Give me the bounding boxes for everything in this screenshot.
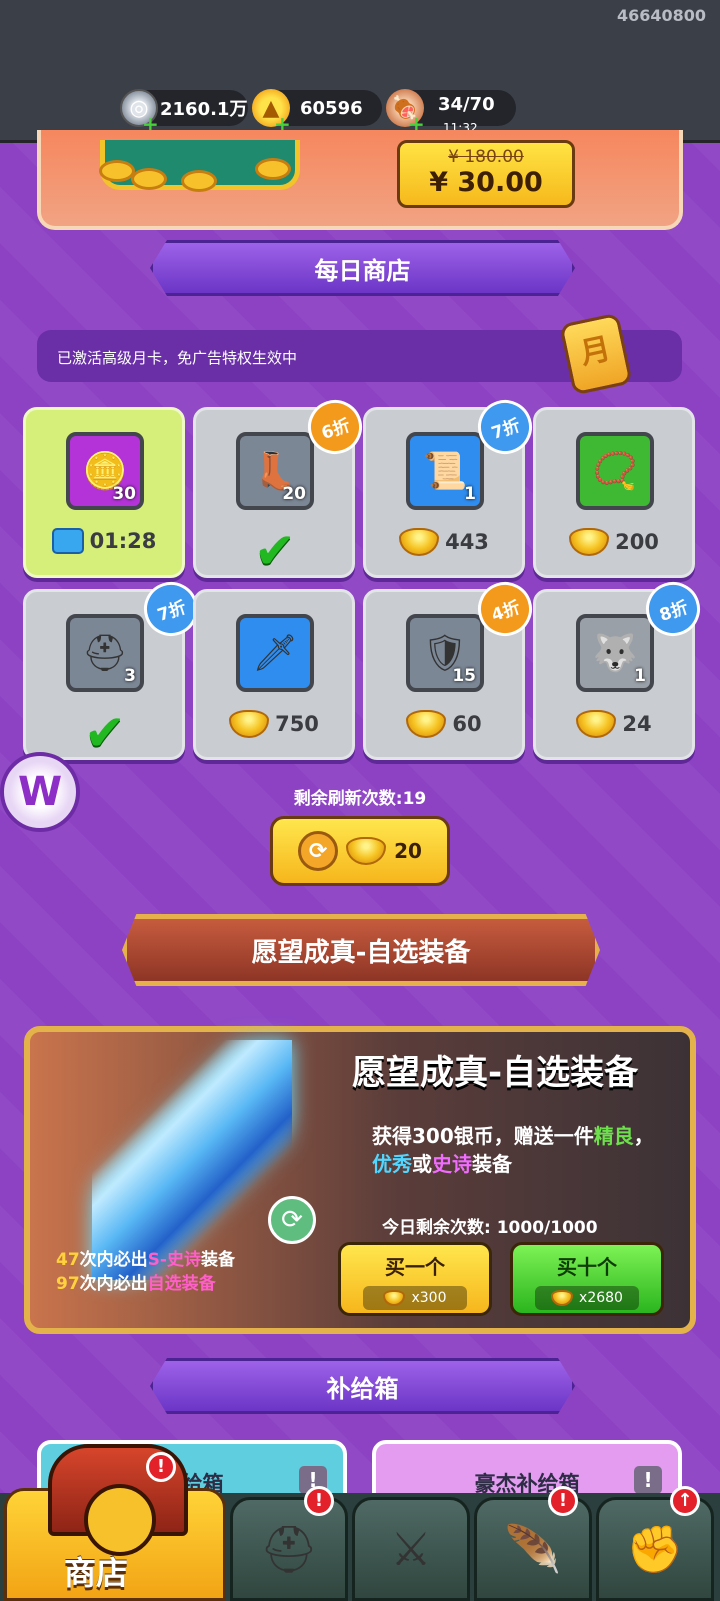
item-price: 750 <box>196 710 352 738</box>
refresh-count-label: 剩余刷新次数:19 <box>293 789 427 809</box>
silver-resource[interactable]: ◎ 2160.1万 + <box>120 89 248 136</box>
wish-section-title: 愿望成真-自选装备 <box>122 914 600 986</box>
knight-helmet-icon: ⛑ <box>259 1521 319 1576</box>
wish-card-title: 愿望成真-自选装备 <box>352 1053 639 1093</box>
stamina-amount: 34/70 <box>438 93 495 115</box>
hero-alert-badge: ! <box>304 1486 334 1516</box>
wish-remaining: 今日剩余次数: 1000/1000 <box>382 1218 598 1238</box>
coin-chest-icon <box>99 140 300 192</box>
wolf-emblem-icon: 🐺 1 <box>576 614 654 692</box>
supply-section-title: 补给箱 <box>150 1358 575 1414</box>
dagger-icon: 🗡 <box>236 614 314 692</box>
item-quantity: 3 <box>124 666 136 686</box>
refresh-shop-button[interactable]: ⟳ 20 <box>270 816 450 886</box>
armor-gem-icon: 🛡 15 <box>406 614 484 692</box>
wish-description: 获得300银币，赠送一件精良，优秀或史诗装备 <box>372 1124 654 1176</box>
buy-one-cost: x300 <box>363 1286 467 1310</box>
pity-line-select: 97次内必出自选装备 <box>56 1274 216 1294</box>
promo-buy-button[interactable]: ¥ 180.00 ¥ 30.00 <box>397 140 575 208</box>
gold-ingot-icon <box>576 710 617 738</box>
silver-amount: 2160.1万 <box>160 99 248 120</box>
gold-ingot-icon <box>229 710 270 738</box>
promo-old-price: ¥ 180.00 <box>448 147 524 167</box>
promo-price: ¥ 30.00 <box>429 167 543 198</box>
purchased-check-icon: ✔ <box>254 522 296 580</box>
item-quantity: 20 <box>282 484 306 504</box>
nav-battle-tab[interactable]: ⚔ <box>352 1497 470 1601</box>
scroll-icon: 📜 1 <box>406 432 484 510</box>
floating-w-icon[interactable]: W <box>0 752 80 832</box>
wish-refresh-icon[interactable]: ⟳ <box>268 1196 316 1244</box>
upgrade-badge: ↑ <box>670 1486 700 1516</box>
gold-ingot-icon <box>551 1290 574 1306</box>
equipment-alert-badge: ! <box>548 1486 578 1516</box>
gold-ingot-icon: 🪙 30 <box>66 432 144 510</box>
item-quantity: 15 <box>452 666 476 686</box>
user-id: 46640800 <box>616 6 706 25</box>
gold-ingot-icon <box>406 710 447 738</box>
boots-gem-icon: 👢 20 <box>236 432 314 510</box>
fist-upgrade-icon: ✊ <box>626 1521 684 1576</box>
shop-alert-badge: ! <box>146 1452 176 1482</box>
gold-ingot-icon <box>346 837 387 865</box>
buy-ten-label: 买十个 <box>557 1255 617 1279</box>
helmet-gem-icon: ⛑ 3 <box>66 614 144 692</box>
gold-amount: 60596 <box>300 97 363 119</box>
info-icon[interactable]: ! <box>634 1466 662 1494</box>
gold-ingot-icon <box>569 528 610 556</box>
shop-item-card[interactable]: 🪙 30 01:28 <box>23 407 185 578</box>
buy-ten-cost: x2680 <box>535 1286 639 1310</box>
item-price: 24 <box>536 710 692 738</box>
nav-shop-label: 商店 <box>64 1554 129 1592</box>
buy-one-button[interactable]: 买一个 x300 <box>338 1242 492 1316</box>
pity-info: 47次内必出S-史诗装备 97次内必出自选装备 <box>56 1248 235 1296</box>
nav-upgrade-tab[interactable]: ✊ <box>596 1497 714 1601</box>
pity-line-epic: 47次内必出S-史诗装备 <box>56 1250 235 1270</box>
ice-sword-icon <box>92 1040 292 1280</box>
shop-item-card[interactable]: 🗡 750 <box>193 589 355 760</box>
necklace-icon: 📿 <box>576 432 654 510</box>
refresh-cost: 20 <box>394 839 422 863</box>
nav-hero-tab[interactable]: ⛑ <box>230 1497 348 1601</box>
gold-ingot-icon <box>399 528 440 556</box>
item-quantity: 1 <box>464 484 476 504</box>
gold-resource[interactable]: ▲ 60596 + <box>252 89 382 136</box>
buy-ten-button[interactable]: 买十个 x2680 <box>510 1242 664 1316</box>
item-price: 443 <box>366 528 522 556</box>
buy-one-label: 买一个 <box>385 1255 445 1279</box>
purchased-check-icon: ✔ <box>84 704 126 762</box>
daily-shop-title: 每日商店 <box>150 240 575 296</box>
shop-item-card[interactable]: 📿 200 <box>533 407 695 578</box>
item-quantity: 30 <box>112 484 136 504</box>
item-price: 200 <box>536 528 692 556</box>
item-quantity: 1 <box>634 666 646 686</box>
tv-ad-icon <box>51 528 84 554</box>
item-price: 60 <box>366 710 522 738</box>
refresh-icon: ⟳ <box>298 831 339 871</box>
crossed-swords-icon: ⚔ <box>390 1522 432 1576</box>
gold-ingot-icon <box>383 1290 406 1306</box>
nav-equipment-tab[interactable]: 🪶 <box>474 1497 592 1601</box>
scroll-stars-icon: 🪶 <box>504 1521 562 1576</box>
ad-timer: 01:28 <box>26 528 182 554</box>
